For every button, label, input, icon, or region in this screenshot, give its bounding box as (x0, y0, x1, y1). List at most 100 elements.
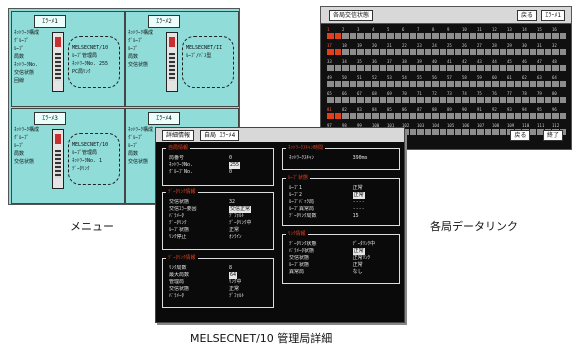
quadrant-label[interactable]: ﾙｰﾌﾟ (14, 45, 50, 53)
station-cell[interactable]: 57 (447, 75, 462, 88)
station-cell[interactable]: 23 (417, 43, 432, 56)
station-cell[interactable]: 63 (537, 75, 552, 88)
footer-exit-button[interactable]: 終了 (542, 130, 563, 141)
station-cell[interactable]: 73 (447, 91, 462, 104)
station-cell[interactable]: 31 (537, 43, 552, 56)
station-cell[interactable]: 86 (402, 107, 417, 120)
quadrant-label[interactable] (14, 93, 50, 101)
quadrant-label[interactable]: 局数 (128, 53, 164, 61)
station-cell[interactable]: 14 (522, 27, 537, 40)
station-cell[interactable]: 66 (342, 91, 357, 104)
station-cell[interactable]: 87 (417, 107, 432, 120)
station-cell[interactable]: 64 (552, 75, 567, 88)
station-cell[interactable]: 75 (477, 91, 492, 104)
quadrant-label[interactable]: ﾈｯﾄﾜｰｸNo. (14, 61, 50, 69)
station-cell[interactable]: 62 (522, 75, 537, 88)
station-cell[interactable]: 81 (327, 107, 342, 120)
station-cell[interactable]: 8 (432, 27, 447, 40)
quadrant-label[interactable] (14, 166, 50, 174)
station-cell[interactable]: 69 (387, 91, 402, 104)
quadrant-label[interactable]: 局数 (14, 53, 50, 61)
quadrant-tab[interactable]: ｴﾗｰﾒ4 (148, 112, 180, 125)
station-cell[interactable]: 90 (462, 107, 477, 120)
station-cell[interactable]: 5 (387, 27, 402, 40)
quadrant-label[interactable] (128, 77, 164, 85)
quadrant-label[interactable]: 交信状態 (128, 61, 164, 69)
menu-quadrant[interactable]: ｴﾗｰﾒ2 ﾈｯﾄﾜｰｸ構成 ｸﾞﾙｰﾌﾟ ﾙｰﾌﾟ 局数 交信状態 MELSECNET… (125, 11, 239, 107)
station-cell[interactable]: 70 (402, 91, 417, 104)
quadrant-label[interactable]: ﾈｯﾄﾜｰｸ構成 (14, 126, 50, 134)
page-button[interactable]: ｴﾗｰﾒ1 (541, 10, 565, 21)
station-cell[interactable]: 72 (432, 91, 447, 104)
station-cell[interactable]: 45 (507, 59, 522, 72)
station-cell[interactable]: 13 (507, 27, 522, 40)
quadrant-tab[interactable]: ｴﾗｰﾒ2 (148, 15, 180, 28)
station-cell[interactable]: 50 (342, 75, 357, 88)
quadrant-label[interactable]: 交信状態 (14, 158, 50, 166)
station-cell[interactable]: 1 (327, 27, 342, 40)
station-cell[interactable]: 84 (372, 107, 387, 120)
station-cell[interactable]: 54 (402, 75, 417, 88)
station-cell[interactable]: 36 (372, 59, 387, 72)
station-cell[interactable]: 12 (492, 27, 507, 40)
station-cell[interactable]: 60 (492, 75, 507, 88)
station-cell[interactable]: 65 (327, 91, 342, 104)
station-cell[interactable]: 61 (507, 75, 522, 88)
station-cell[interactable]: 41 (447, 59, 462, 72)
station-cell[interactable]: 105 (447, 123, 462, 136)
station-cell[interactable]: 47 (537, 59, 552, 72)
station-cell[interactable]: 106 (462, 123, 477, 136)
station-cell[interactable]: 29 (507, 43, 522, 56)
station-cell[interactable]: 82 (342, 107, 357, 120)
station-cell[interactable]: 67 (357, 91, 372, 104)
station-cell[interactable]: 80 (552, 91, 567, 104)
quadrant-label[interactable]: ﾈｯﾄﾜｰｸ構成 (128, 29, 164, 37)
station-cell[interactable]: 33 (327, 59, 342, 72)
station-cell[interactable]: 53 (387, 75, 402, 88)
station-cell[interactable]: 24 (432, 43, 447, 56)
station-cell[interactable]: 78 (522, 91, 537, 104)
station-cell[interactable]: 48 (552, 59, 567, 72)
quadrant-tab[interactable]: ｴﾗｰﾒ3 (34, 112, 66, 125)
quadrant-label[interactable]: ﾙｰﾌﾟ (128, 45, 164, 53)
menu-quadrant[interactable]: ｴﾗｰﾒ1 ﾈｯﾄﾜｰｸ構成 ｸﾞﾙｰﾌﾟ ﾙｰﾌﾟ 局数 ﾈｯﾄﾜｰｸNo. 交信状態回… (11, 11, 125, 107)
quadrant-label[interactable]: ﾈｯﾄﾜｰｸ構成 (14, 29, 50, 37)
quadrant-label[interactable] (128, 69, 164, 77)
station-cell[interactable]: 68 (372, 91, 387, 104)
station-cell[interactable]: 52 (372, 75, 387, 88)
quadrant-label[interactable]: 交信状態 (14, 69, 50, 77)
station-cell[interactable]: 40 (432, 59, 447, 72)
station-cell[interactable]: 71 (417, 91, 432, 104)
quadrant-label[interactable]: ｸﾞﾙｰﾌﾟ (14, 37, 50, 45)
station-cell[interactable]: 27 (477, 43, 492, 56)
station-cell[interactable]: 91 (477, 107, 492, 120)
quadrant-label[interactable] (14, 174, 50, 182)
station-cell[interactable]: 104 (432, 123, 447, 136)
station-cell[interactable]: 10 (462, 27, 477, 40)
detail-tab[interactable]: 自局 ｴﾗｰﾒ4 (200, 130, 240, 141)
station-cell[interactable]: 15 (537, 27, 552, 40)
station-cell[interactable]: 38 (402, 59, 417, 72)
station-cell[interactable]: 26 (462, 43, 477, 56)
station-cell[interactable]: 2 (342, 27, 357, 40)
station-cell[interactable]: 25 (447, 43, 462, 56)
quadrant-label[interactable] (14, 182, 50, 190)
quadrant-label[interactable] (128, 93, 164, 101)
station-cell[interactable]: 51 (357, 75, 372, 88)
quadrant-label[interactable] (14, 198, 50, 204)
quadrant-label[interactable]: ｸﾞﾙｰﾌﾟ (14, 134, 50, 142)
quadrant-label[interactable] (14, 85, 50, 93)
station-cell[interactable]: 3 (357, 27, 372, 40)
station-cell[interactable]: 85 (387, 107, 402, 120)
station-cell[interactable]: 77 (507, 91, 522, 104)
station-cell[interactable]: 95 (537, 107, 552, 120)
station-cell[interactable]: 20 (372, 43, 387, 56)
station-cell[interactable]: 6 (402, 27, 417, 40)
quadrant-label[interactable]: 局数 (14, 150, 50, 158)
station-cell[interactable]: 108 (492, 123, 507, 136)
station-cell[interactable]: 30 (522, 43, 537, 56)
quadrant-tab[interactable]: ｴﾗｰﾒ1 (34, 15, 66, 28)
station-cell[interactable]: 39 (417, 59, 432, 72)
station-cell[interactable]: 22 (402, 43, 417, 56)
station-cell[interactable]: 18 (342, 43, 357, 56)
